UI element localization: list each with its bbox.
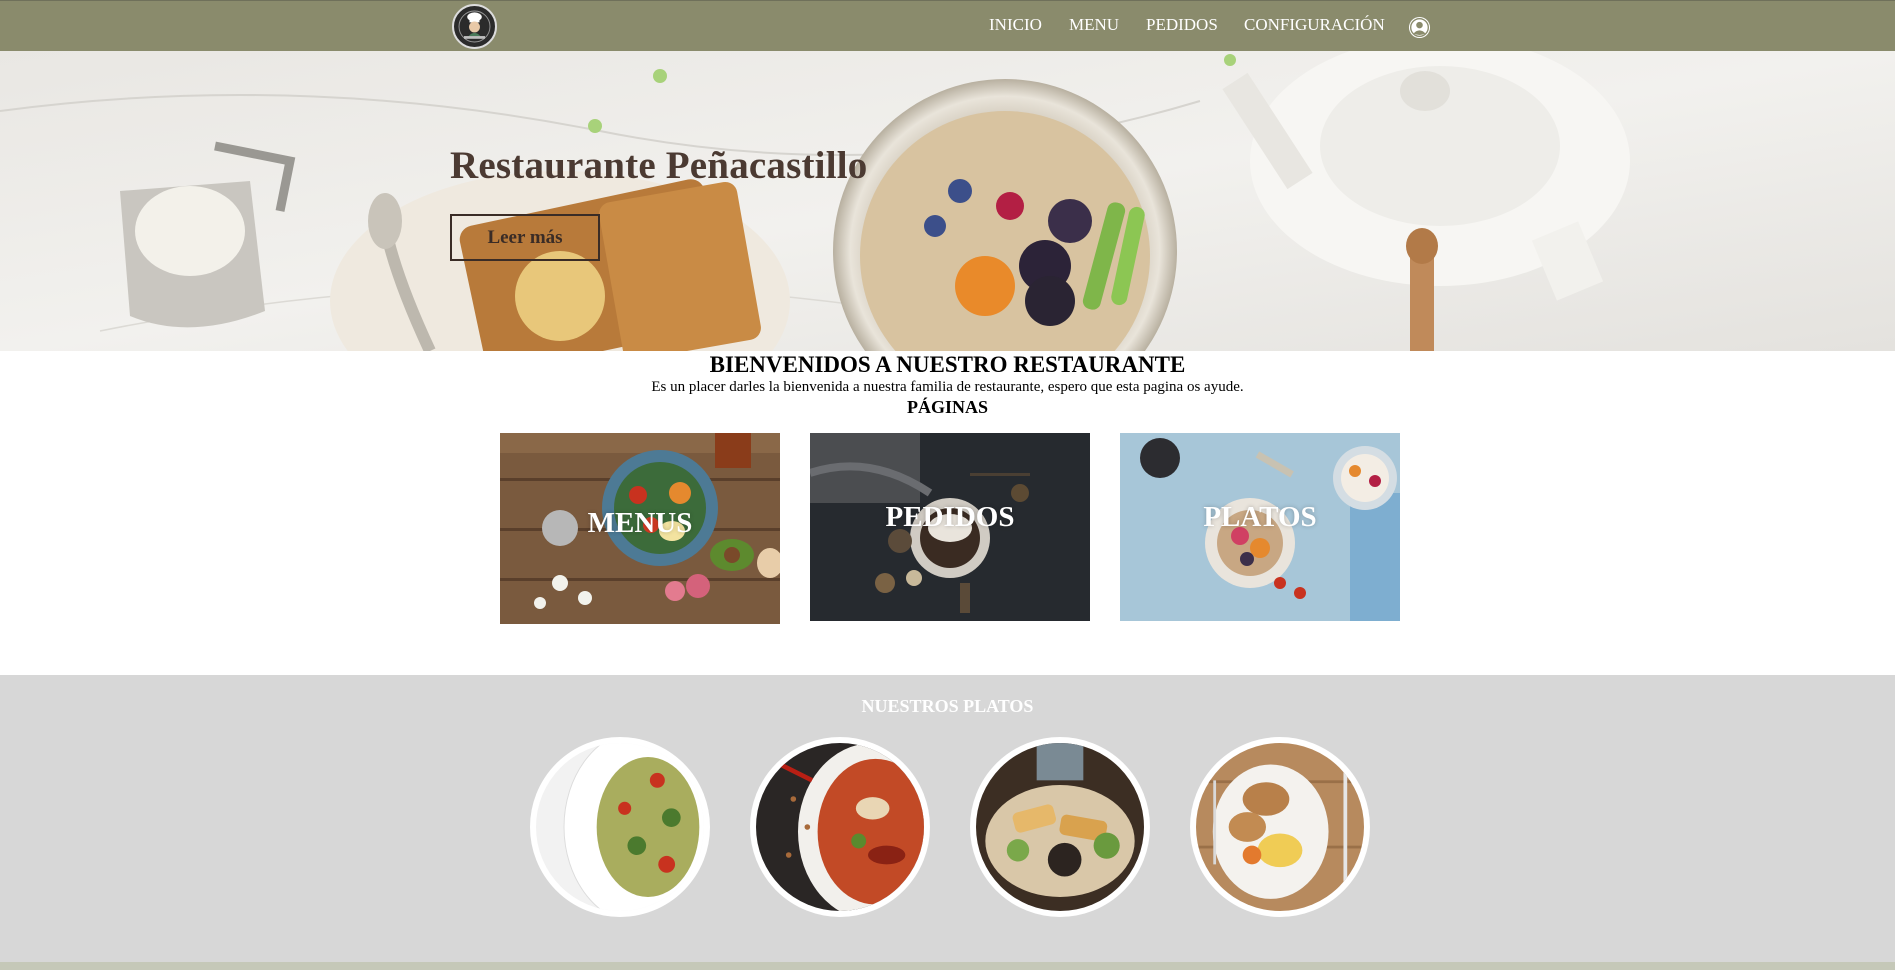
- dish-toast-eggs[interactable]: [1190, 737, 1370, 917]
- user-circle-icon[interactable]: [1408, 16, 1431, 39]
- dish-pasta-salad[interactable]: [530, 737, 710, 917]
- footer-strip: [0, 962, 1895, 970]
- dish-curry-soup[interactable]: [750, 737, 930, 917]
- nav-link-pedidos[interactable]: PEDIDOS: [1146, 15, 1218, 35]
- read-more-button[interactable]: Leer más: [450, 214, 600, 261]
- grilled-dish-image: [976, 743, 1144, 911]
- dishes-title: NUESTROS PLATOS: [861, 696, 1034, 716]
- dishes-section: NUESTROS PLATOS: [0, 675, 1895, 962]
- welcome-title: BIENVENIDOS A NUESTRO RESTAURANTE: [709, 352, 1186, 377]
- soup-dish-image: [756, 743, 924, 911]
- page-card-menus[interactable]: MENUS: [500, 433, 780, 624]
- hero-banner: Restaurante Peñacastillo Leer más: [0, 51, 1895, 351]
- pasta-dish-image: [536, 743, 704, 911]
- page-card-label: PEDIDOS: [885, 501, 1015, 533]
- nav-link-configuracion[interactable]: CONFIGURACIÓN: [1244, 15, 1385, 35]
- toast-dish-image: [1196, 743, 1364, 911]
- welcome-text: Es un placer darles la bienvenida a nues…: [651, 379, 1244, 395]
- hero-food-image: [0, 51, 1895, 351]
- page-card-label: PLATOS: [1203, 501, 1317, 533]
- page-card-platos[interactable]: PLATOS: [1120, 433, 1400, 621]
- page-card-pedidos[interactable]: PEDIDOS: [810, 433, 1090, 621]
- pages-title: PÁGINAS: [906, 397, 988, 417]
- dish-grilled-platter[interactable]: [970, 737, 1150, 917]
- page-card-label: MENUS: [587, 507, 693, 539]
- top-navbar: INICIO MENU PEDIDOS CONFIGURACIÓN: [0, 0, 1895, 51]
- nav-link-menu[interactable]: MENU: [1069, 15, 1119, 35]
- hero-title: Restaurante Peñacastillo: [450, 144, 868, 187]
- nav-link-inicio[interactable]: INICIO: [989, 15, 1042, 35]
